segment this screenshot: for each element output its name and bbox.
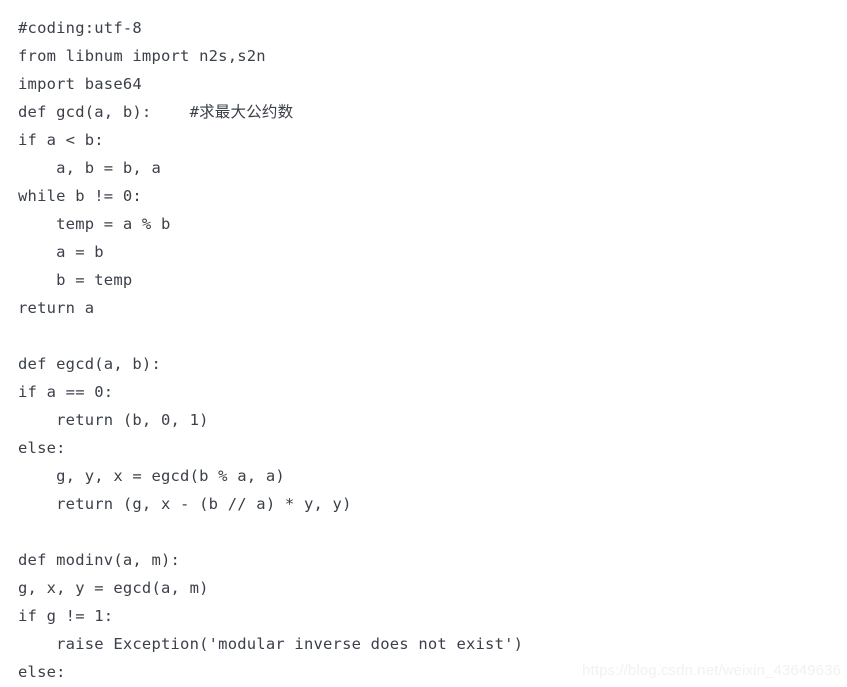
code-line: #coding:utf-8	[18, 19, 142, 37]
code-line: else:	[18, 439, 66, 457]
code-line: def gcd(a, b): #求最大公约数	[18, 103, 294, 121]
code-line: b = temp	[18, 271, 133, 289]
code-line: raise Exception('modular inverse does no…	[18, 635, 524, 653]
code-line: a = b	[18, 243, 104, 261]
code-line: g, x, y = egcd(a, m)	[18, 579, 209, 597]
code-listing: #coding:utf-8 from libnum import n2s,s2n i…	[0, 0, 847, 687]
code-line: from libnum import n2s,s2n	[18, 47, 266, 65]
code-line: else:	[18, 663, 66, 681]
code-line: def egcd(a, b):	[18, 355, 161, 373]
code-line: return a	[18, 299, 95, 317]
code-line: return (b, 0, 1)	[18, 411, 209, 429]
code-line: return (g, x - (b // a) * y, y)	[18, 495, 352, 513]
code-line: def modinv(a, m):	[18, 551, 181, 569]
code-line: if g != 1:	[18, 607, 114, 625]
code-line: if a == 0:	[18, 383, 114, 401]
code-line: if a < b:	[18, 131, 104, 149]
code-line: temp = a % b	[18, 215, 171, 233]
code-line: while b != 0:	[18, 187, 142, 205]
code-line: g, y, x = egcd(b % a, a)	[18, 467, 285, 485]
code-line: import base64	[18, 75, 142, 93]
code-line: a, b = b, a	[18, 159, 161, 177]
